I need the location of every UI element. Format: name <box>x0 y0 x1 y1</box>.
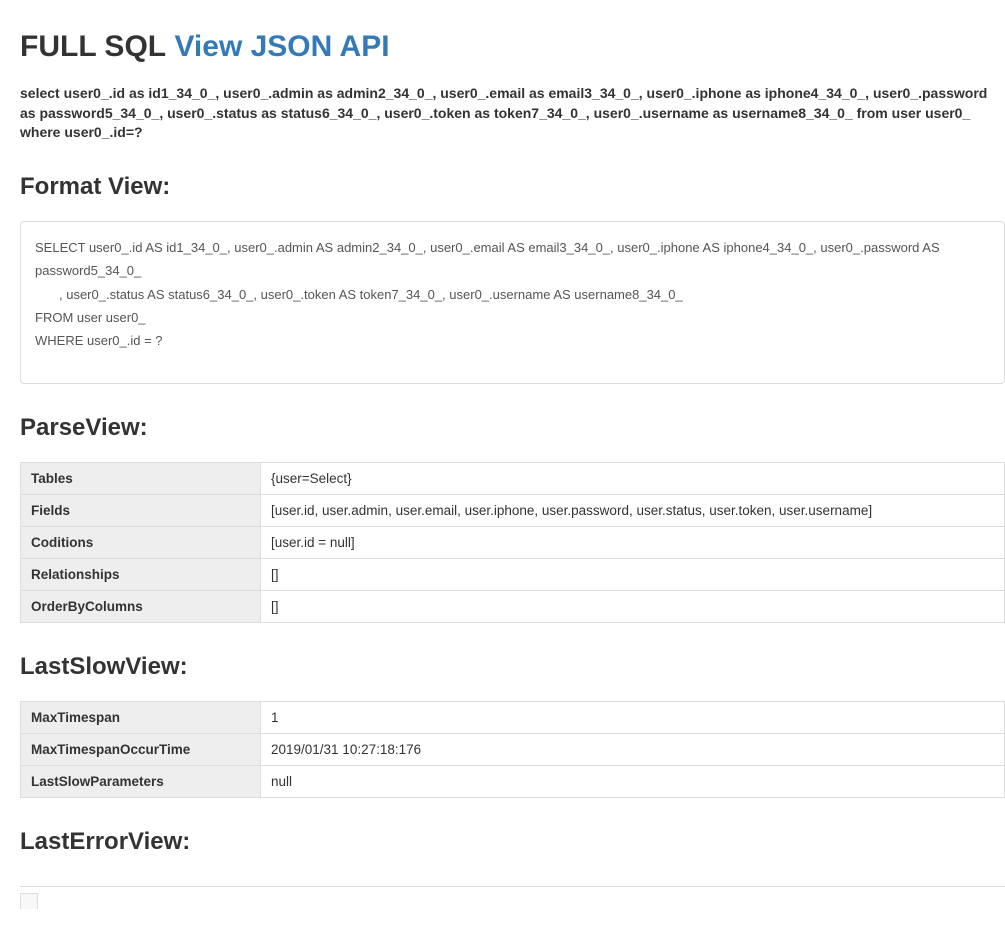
table-row: MaxTimespanOccurTime2019/01/31 10:27:18:… <box>21 733 1005 765</box>
last-slow-view-heading: LastSlowView: <box>20 653 1005 681</box>
title-text: FULL SQL <box>20 30 166 63</box>
parse-view-heading: ParseView: <box>20 414 1005 442</box>
row-value: [] <box>261 590 1005 622</box>
format-sql-line: , user0_.status AS status6_34_0_, user0_… <box>35 283 990 306</box>
last-slow-view-table: MaxTimespan1MaxTimespanOccurTime2019/01/… <box>20 701 1005 798</box>
table-row: Fields[user.id, user.admin, user.email, … <box>21 494 1005 526</box>
row-value: {user=Select} <box>261 462 1005 494</box>
row-key: OrderByColumns <box>21 590 261 622</box>
row-value: [user.id, user.admin, user.email, user.i… <box>261 494 1005 526</box>
row-value: 2019/01/31 10:27:18:176 <box>261 733 1005 765</box>
row-value: null <box>261 765 1005 797</box>
row-value: [user.id = null] <box>261 526 1005 558</box>
row-key: Fields <box>21 494 261 526</box>
row-key: MaxTimespan <box>21 701 261 733</box>
raw-sql-block: select user0_.id as id1_34_0_, user0_.ad… <box>20 84 1005 143</box>
format-sql-line: WHERE user0_.id = ? <box>35 329 990 352</box>
row-key: Relationships <box>21 558 261 590</box>
row-key: Coditions <box>21 526 261 558</box>
row-key: LastSlowParameters <box>21 765 261 797</box>
last-error-view-heading: LastErrorView: <box>20 828 1005 856</box>
view-json-api-link[interactable]: View JSON API <box>174 30 389 63</box>
table-row: Tables{user=Select} <box>21 462 1005 494</box>
format-view-heading: Format View: <box>20 173 1005 201</box>
format-sql-line: SELECT user0_.id AS id1_34_0_, user0_.ad… <box>35 236 990 283</box>
footer-tab-strip <box>20 886 1005 912</box>
format-view-well: SELECT user0_.id AS id1_34_0_, user0_.ad… <box>20 221 1005 384</box>
table-row: LastSlowParametersnull <box>21 765 1005 797</box>
row-key: Tables <box>21 462 261 494</box>
table-row: Relationships[] <box>21 558 1005 590</box>
row-value: 1 <box>261 701 1005 733</box>
page-title: FULL SQL View JSON API <box>20 30 1005 64</box>
table-row: MaxTimespan1 <box>21 701 1005 733</box>
parse-view-table: Tables{user=Select}Fields[user.id, user.… <box>20 462 1005 623</box>
table-row: Coditions[user.id = null] <box>21 526 1005 558</box>
table-row: OrderByColumns[] <box>21 590 1005 622</box>
footer-tab[interactable] <box>20 893 38 909</box>
row-key: MaxTimespanOccurTime <box>21 733 261 765</box>
format-sql-line: FROM user user0_ <box>35 306 990 329</box>
row-value: [] <box>261 558 1005 590</box>
